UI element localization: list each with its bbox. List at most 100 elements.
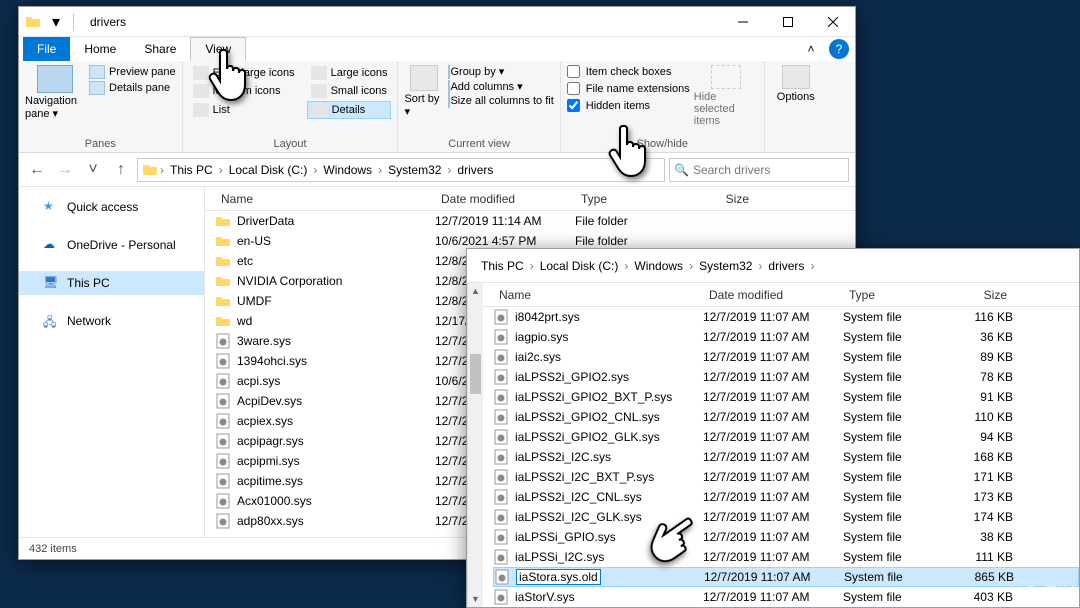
crumb[interactable]: drivers xyxy=(453,163,497,177)
crumb[interactable]: Windows xyxy=(319,163,376,177)
col-size[interactable]: Size xyxy=(675,192,755,206)
maximize-button[interactable] xyxy=(765,7,810,37)
explorer-window-2: This PC› Local Disk (C:)› Windows› Syste… xyxy=(466,248,1080,608)
label: Options xyxy=(777,91,815,103)
sidebar-item-this-pc[interactable]: 🖥This PC xyxy=(19,271,204,295)
folder-icon xyxy=(215,293,231,309)
label: Hidden items xyxy=(586,100,650,112)
list-item[interactable]: iaLPSSi_GPIO.sys12/7/2019 11:07 AMSystem… xyxy=(493,527,1079,547)
ribbon-group-label: Panes xyxy=(25,136,176,152)
qat-dropdown[interactable]: ▾ xyxy=(45,11,67,33)
col-type[interactable]: Type xyxy=(575,192,675,206)
file-date: 10/6/2021 4:57 PM xyxy=(435,234,575,248)
file-name-extensions-checkbox[interactable]: File name extensions xyxy=(567,82,690,95)
navigation-pane-button[interactable]: Navigation pane ▾ xyxy=(25,65,85,120)
menu-share[interactable]: Share xyxy=(130,37,190,61)
crumb[interactable]: Windows xyxy=(630,259,687,273)
layout-large-icons[interactable]: Large icons xyxy=(307,65,392,81)
titlebar[interactable]: ▾ drivers xyxy=(19,7,855,37)
crumb[interactable]: This PC xyxy=(166,163,217,177)
list-item[interactable]: iaLPSS2i_GPIO2.sys12/7/2019 11:07 AMSyst… xyxy=(493,367,1079,387)
list-item[interactable]: iaLPSS2i_I2C.sys12/7/2019 11:07 AMSystem… xyxy=(493,447,1079,467)
list-item[interactable]: iai2c.sys12/7/2019 11:07 AMSystem file89… xyxy=(493,347,1079,367)
column-headers[interactable]: Name Date modified Type Size xyxy=(205,187,855,211)
ribbon-group-label: Layout xyxy=(189,136,392,152)
list-item[interactable]: iaLPSS2i_GPIO2_CNL.sys12/7/2019 11:07 AM… xyxy=(493,407,1079,427)
list-item[interactable]: iaLPSS2i_GPIO2_BXT_P.sys12/7/2019 11:07 … xyxy=(493,387,1079,407)
layout-small-icons[interactable]: Small icons xyxy=(307,83,392,99)
file-name: en-US xyxy=(237,234,271,248)
list-item[interactable]: DriverData12/7/2019 11:14 AMFile folder xyxy=(215,211,855,231)
group-by-button[interactable]: Group by ▾ xyxy=(448,65,553,78)
file-date: 12/7/2019 11:07 AM xyxy=(703,550,843,564)
system-file-icon xyxy=(215,333,231,349)
crumb[interactable]: System32 xyxy=(384,163,445,177)
col-date[interactable]: Date modified xyxy=(435,192,575,206)
menu-home[interactable]: Home xyxy=(70,37,130,61)
back-button[interactable]: ← xyxy=(25,158,49,182)
file-type: File folder xyxy=(575,214,675,228)
file-type: System file xyxy=(843,450,943,464)
menu-file[interactable]: File xyxy=(23,37,70,61)
preview-pane-icon xyxy=(89,65,105,79)
close-button[interactable] xyxy=(810,7,855,37)
item-check-boxes-checkbox[interactable]: Item check boxes xyxy=(567,65,690,78)
system-file-icon xyxy=(493,509,509,525)
file-date: 12/7/2019 11:07 AM xyxy=(703,370,843,384)
minimize-button[interactable] xyxy=(720,7,765,37)
size-all-columns-button[interactable]: Size all columns to fit xyxy=(448,95,553,107)
file-type: System file xyxy=(844,570,944,584)
scroll-up-icon[interactable]: ▲ xyxy=(468,283,483,299)
col-name[interactable]: Name xyxy=(215,192,435,206)
options-button[interactable]: Options xyxy=(771,65,821,103)
label: This PC xyxy=(67,276,110,290)
list-item[interactable]: iaLPSS2i_I2C_GLK.sys12/7/2019 11:07 AMSy… xyxy=(493,507,1079,527)
file-type: System file xyxy=(843,550,943,564)
help-button[interactable]: ? xyxy=(829,39,849,59)
forward-button[interactable]: → xyxy=(53,158,77,182)
file-name: acpitime.sys xyxy=(237,474,303,488)
file-type: System file xyxy=(843,330,943,344)
file-type: System file xyxy=(843,590,943,604)
crumb[interactable]: This PC xyxy=(477,259,528,273)
list-item[interactable]: iagpio.sys12/7/2019 11:07 AMSystem file3… xyxy=(493,327,1079,347)
list-item[interactable]: iaLPSS2i_I2C_CNL.sys12/7/2019 11:07 AMSy… xyxy=(493,487,1079,507)
sidebar-item-quick-access[interactable]: ★Quick access xyxy=(19,195,204,219)
breadcrumb[interactable]: › This PC› Local Disk (C:)› Windows› Sys… xyxy=(137,158,665,182)
list-item[interactable]: iaStora.sys.old12/7/2019 11:07 AMSystem … xyxy=(493,567,1079,587)
crumb[interactable]: System32 xyxy=(695,259,756,273)
breadcrumb[interactable]: This PC› Local Disk (C:)› Windows› Syste… xyxy=(473,254,1073,278)
sidebar-item-onedrive[interactable]: ☁OneDrive - Personal xyxy=(19,233,204,257)
preview-pane-button[interactable]: Preview pane xyxy=(89,65,176,79)
crumb[interactable]: Local Disk (C:) xyxy=(225,163,312,177)
list-item[interactable]: iaLPSSi_I2C.sys12/7/2019 11:07 AMSystem … xyxy=(493,547,1079,567)
col-size[interactable]: Size xyxy=(943,288,1013,302)
details-pane-button[interactable]: Details pane xyxy=(89,81,176,95)
scroll-down-icon[interactable]: ▼ xyxy=(468,591,483,607)
hide-selected-items-button[interactable]: Hide selected items xyxy=(694,65,758,127)
scroll-thumb[interactable] xyxy=(470,354,481,394)
file-date: 12/7/2019 11:07 AM xyxy=(703,450,843,464)
crumb[interactable]: Local Disk (C:) xyxy=(536,259,623,273)
ribbon-collapse-icon[interactable]: ˄ xyxy=(799,37,823,61)
col-type[interactable]: Type xyxy=(843,288,943,302)
scrollbar[interactable]: ▲ ▼ xyxy=(467,283,483,607)
list-item[interactable]: iaStorV.sys12/7/2019 11:07 AMSystem file… xyxy=(493,587,1079,607)
sort-by-button[interactable]: Sort by ▾ xyxy=(404,65,444,118)
sidebar-item-network[interactable]: 🖧Network xyxy=(19,309,204,333)
recent-locations-button[interactable]: ˅ xyxy=(81,158,105,182)
up-button[interactable]: ↑ xyxy=(109,158,133,182)
col-date[interactable]: Date modified xyxy=(703,288,843,302)
system-file-icon xyxy=(215,513,231,529)
list-item[interactable]: iaLPSS2i_GPIO2_GLK.sys12/7/2019 11:07 AM… xyxy=(493,427,1079,447)
col-name[interactable]: Name xyxy=(493,288,703,302)
list-item[interactable]: i8042prt.sys12/7/2019 11:07 AMSystem fil… xyxy=(493,307,1079,327)
layout-details[interactable]: Details xyxy=(307,101,392,119)
add-columns-button[interactable]: Add columns ▾ xyxy=(448,80,553,93)
search-input[interactable]: 🔍 Search drivers xyxy=(669,158,849,182)
hidden-items-checkbox[interactable]: Hidden items xyxy=(567,99,690,112)
list-item[interactable]: iaLPSS2i_I2C_BXT_P.sys12/7/2019 11:07 AM… xyxy=(493,467,1079,487)
column-headers[interactable]: Name Date modified Type Size xyxy=(483,283,1079,307)
crumb[interactable]: drivers xyxy=(764,259,808,273)
list-body[interactable]: i8042prt.sys12/7/2019 11:07 AMSystem fil… xyxy=(483,307,1079,607)
